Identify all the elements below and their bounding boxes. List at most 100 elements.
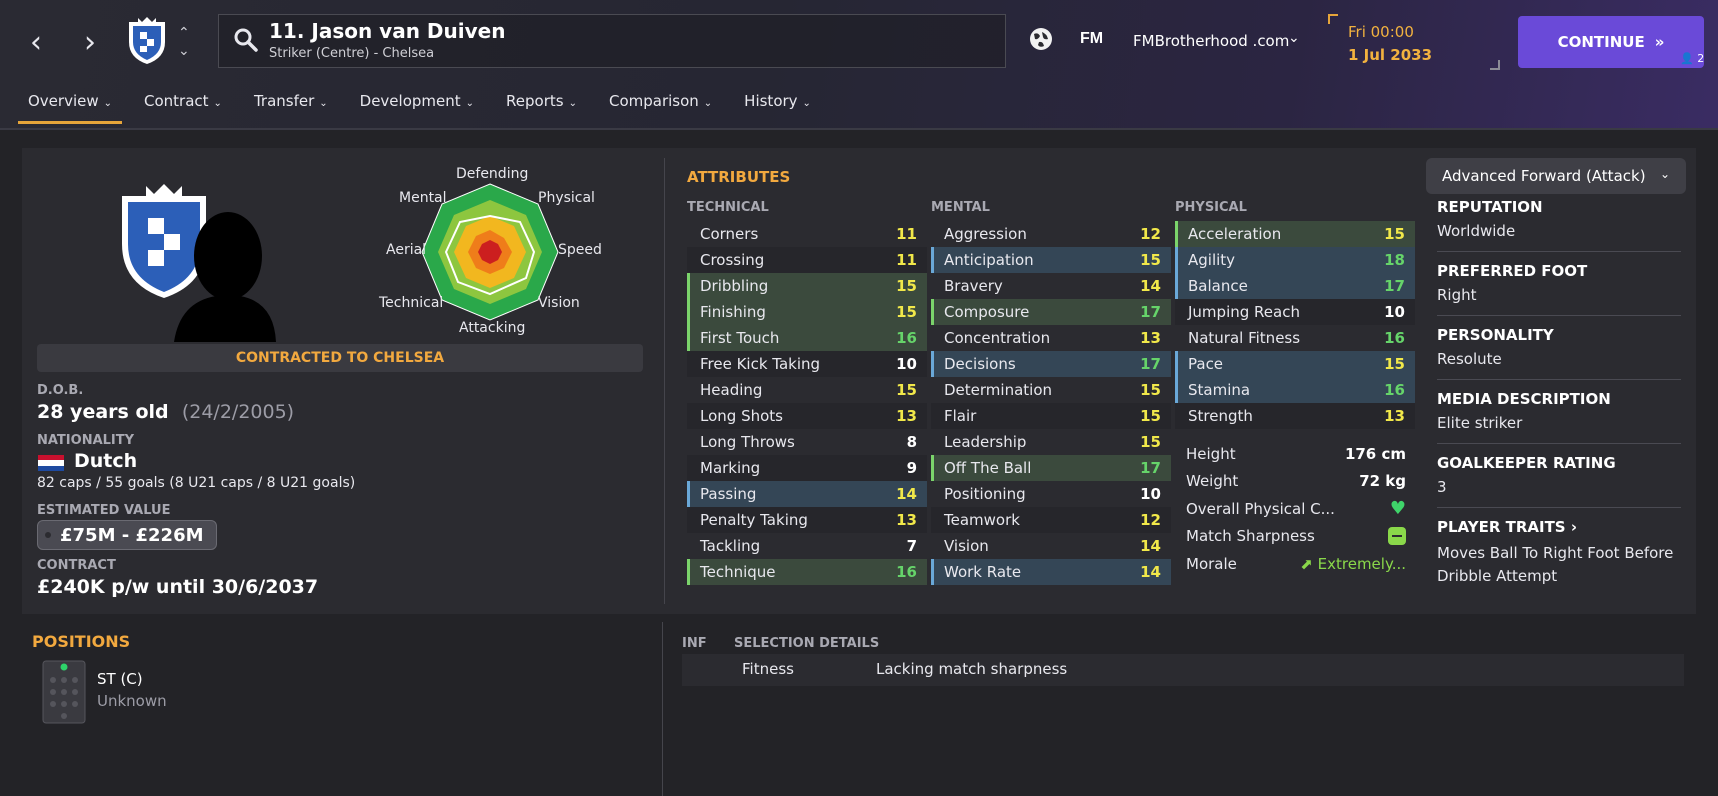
attribute-row-decisions[interactable]: Decisions 17 bbox=[931, 351, 1171, 377]
chevron-down-icon[interactable]: ⌄ bbox=[1288, 30, 1300, 46]
player-subtitle: Striker (Centre) - Chelsea bbox=[269, 46, 435, 61]
attribute-row-concentration[interactable]: Concentration 13 bbox=[931, 325, 1171, 351]
attribute-row-dribbling[interactable]: Dribbling 15 bbox=[687, 273, 927, 299]
attribute-name: Teamwork bbox=[944, 511, 1020, 529]
attribute-row-anticipation[interactable]: Anticipation 15 bbox=[931, 247, 1171, 273]
age-value: 28 years old bbox=[37, 401, 169, 423]
attribute-row-crossing[interactable]: Crossing 11 bbox=[687, 247, 927, 273]
attribute-name: Anticipation bbox=[944, 251, 1034, 269]
attribute-row-natural-fitness[interactable]: Natural Fitness 16 bbox=[1175, 325, 1415, 351]
physical-details: Height 176 cm Weight 72 kg Overall Physi… bbox=[1176, 440, 1416, 578]
height-value: 176 cm bbox=[1344, 444, 1406, 463]
attribute-name: Strength bbox=[1188, 407, 1253, 425]
attribute-name: Determination bbox=[944, 381, 1053, 399]
attribute-name: Composure bbox=[944, 303, 1030, 321]
attribute-row-agility[interactable]: Agility 18 bbox=[1175, 247, 1415, 273]
attribute-name: Tackling bbox=[700, 537, 761, 555]
tab-reports[interactable]: Reports ⌄ bbox=[496, 88, 587, 124]
attribute-row-heading[interactable]: Heading 15 bbox=[687, 377, 927, 403]
attribute-value: 15 bbox=[896, 303, 917, 321]
globe-icon[interactable] bbox=[1028, 26, 1054, 52]
attribute-row-stamina[interactable]: Stamina 16 bbox=[1175, 377, 1415, 403]
attribute-row-composure[interactable]: Composure 17 bbox=[931, 299, 1171, 325]
morale-status: ⬈ Extremely... bbox=[1300, 555, 1406, 573]
attribute-name: Corners bbox=[700, 225, 759, 243]
fm-logo: FM bbox=[1080, 30, 1104, 47]
player-search-box[interactable]: 11. Jason van Duiven Striker (Centre) - … bbox=[218, 14, 1006, 68]
chevron-down-icon: ⌄ bbox=[465, 98, 475, 109]
attribute-name: First Touch bbox=[700, 329, 780, 347]
attribute-row-work-rate[interactable]: Work Rate 14 bbox=[931, 559, 1171, 585]
technical-attributes: Corners 11 Crossing 11 Dribbling 15 Finishing 1… bbox=[687, 221, 927, 585]
attribute-value: 17 bbox=[1140, 459, 1161, 477]
estimated-value-text: £75M - £226M bbox=[60, 524, 204, 546]
attribute-row-vision[interactable]: Vision 14 bbox=[931, 533, 1171, 559]
club-badge-icon[interactable] bbox=[126, 16, 168, 66]
tab-comparison[interactable]: Comparison ⌄ bbox=[599, 88, 722, 124]
attribute-row-corners[interactable]: Corners 11 bbox=[687, 221, 927, 247]
attribute-row-long-throws[interactable]: Long Throws 8 bbox=[687, 429, 927, 455]
tab-development[interactable]: Development ⌄ bbox=[350, 88, 484, 124]
tab-overview[interactable]: Overview ⌄ bbox=[18, 88, 123, 124]
attribute-row-jumping-reach[interactable]: Jumping Reach 10 bbox=[1175, 299, 1415, 325]
attribute-row-balance[interactable]: Balance 17 bbox=[1175, 273, 1415, 299]
player-traits-link[interactable]: PLAYER TRAITS › bbox=[1437, 518, 1681, 536]
mental-heading: MENTAL bbox=[931, 200, 990, 215]
morale-row[interactable]: Morale ⬈ Extremely... bbox=[1176, 550, 1416, 578]
attribute-value: 15 bbox=[896, 381, 917, 399]
match-sharpness-row[interactable]: Match Sharpness bbox=[1176, 523, 1416, 551]
attribute-row-pace[interactable]: Pace 15 bbox=[1175, 351, 1415, 377]
chevron-down-icon: ⌄ bbox=[568, 98, 577, 109]
double-chevron-icon: » bbox=[1654, 33, 1665, 51]
attribute-value: 16 bbox=[896, 329, 917, 347]
attribute-row-positioning[interactable]: Positioning 10 bbox=[931, 481, 1171, 507]
physical-heading: PHYSICAL bbox=[1175, 200, 1247, 215]
forward-arrow-icon[interactable]: › bbox=[70, 22, 110, 62]
attribute-row-passing[interactable]: Passing 14 bbox=[687, 481, 927, 507]
role-selector[interactable]: Advanced Forward (Attack) ⌄ bbox=[1426, 158, 1686, 194]
attributes-title: ATTRIBUTES bbox=[687, 168, 791, 186]
tab-contract[interactable]: Contract ⌄ bbox=[134, 88, 232, 124]
attribute-value: 7 bbox=[906, 537, 917, 555]
physical-condition-row[interactable]: Overall Physical C... ♥ bbox=[1176, 495, 1416, 523]
attribute-name: Free Kick Taking bbox=[700, 355, 821, 373]
attribute-row-free-kick-taking[interactable]: Free Kick Taking 10 bbox=[687, 351, 927, 377]
attribute-row-technique[interactable]: Technique 16 bbox=[687, 559, 927, 585]
attribute-row-acceleration[interactable]: Acceleration 15 bbox=[1175, 221, 1415, 247]
attribute-row-off-the-ball[interactable]: Off The Ball 17 bbox=[931, 455, 1171, 481]
nationality-value[interactable]: Dutch bbox=[74, 450, 137, 472]
attribute-row-long-shots[interactable]: Long Shots 13 bbox=[687, 403, 927, 429]
up-down-chevron-icon[interactable]: ⌃ ⌄ bbox=[178, 24, 190, 60]
attribute-row-penalty-taking[interactable]: Penalty Taking 13 bbox=[687, 507, 927, 533]
continue-button[interactable]: CONTINUE » bbox=[1518, 16, 1704, 68]
chevron-down-icon: ⌄ bbox=[103, 98, 113, 109]
attribute-row-leadership[interactable]: Leadership 15 bbox=[931, 429, 1171, 455]
attribute-row-determination[interactable]: Determination 15 bbox=[931, 377, 1171, 403]
tab-history[interactable]: History ⌄ bbox=[734, 88, 821, 124]
attribute-row-marking[interactable]: Marking 9 bbox=[687, 455, 927, 481]
attribute-row-first-touch[interactable]: First Touch 16 bbox=[687, 325, 927, 351]
attribute-value: 17 bbox=[1140, 355, 1161, 373]
game-date[interactable]: Fri 00:00 1 Jul 2033 bbox=[1328, 14, 1500, 70]
search-icon[interactable] bbox=[231, 25, 261, 55]
selection-details-heading: SELECTION DETAILS bbox=[734, 636, 880, 651]
estimated-value[interactable]: £75M - £226M bbox=[37, 520, 217, 550]
attribute-name: Long Throws bbox=[700, 433, 795, 451]
attribute-value: 17 bbox=[1140, 303, 1161, 321]
back-arrow-icon[interactable]: ‹ bbox=[16, 22, 56, 62]
attribute-row-aggression[interactable]: Aggression 12 bbox=[931, 221, 1171, 247]
attribute-name: Passing bbox=[700, 485, 757, 503]
tab-transfer[interactable]: Transfer ⌄ bbox=[244, 88, 338, 124]
attribute-row-bravery[interactable]: Bravery 14 bbox=[931, 273, 1171, 299]
attribute-row-strength[interactable]: Strength 13 bbox=[1175, 403, 1415, 429]
brand-name[interactable]: FMBrotherhood .com bbox=[1133, 32, 1289, 50]
attribute-row-tackling[interactable]: Tackling 7 bbox=[687, 533, 927, 559]
attribute-value: 13 bbox=[896, 407, 917, 425]
pitch-position-icon[interactable] bbox=[42, 660, 86, 724]
attribute-row-teamwork[interactable]: Teamwork 12 bbox=[931, 507, 1171, 533]
attribute-row-flair[interactable]: Flair 15 bbox=[931, 403, 1171, 429]
attribute-value: 14 bbox=[1140, 563, 1161, 581]
attribute-name: Concentration bbox=[944, 329, 1051, 347]
attribute-row-finishing[interactable]: Finishing 15 bbox=[687, 299, 927, 325]
media-description-value: Elite striker bbox=[1437, 414, 1523, 432]
